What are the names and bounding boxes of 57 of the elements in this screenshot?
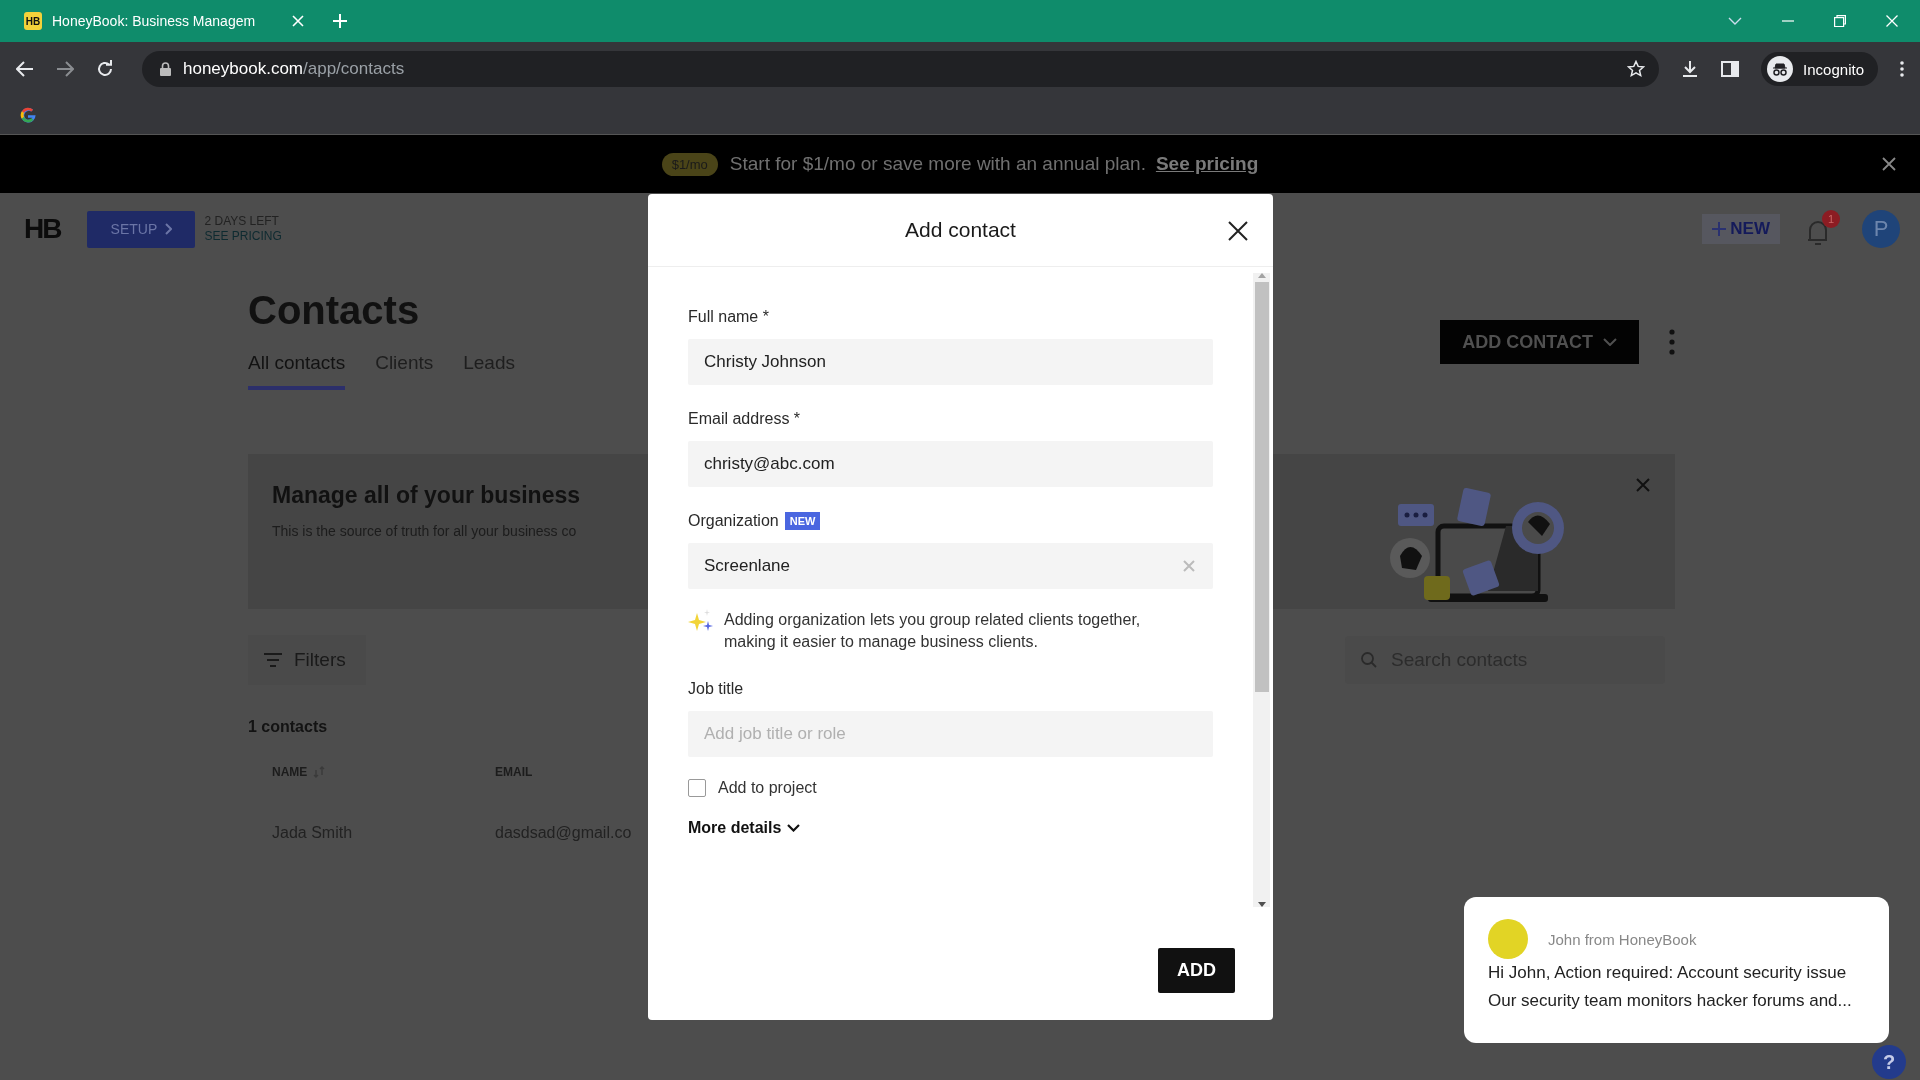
tab-title[interactable]: HoneyBook: Business Managem: [52, 13, 282, 29]
restore-icon[interactable]: [1834, 15, 1846, 27]
more-details-toggle[interactable]: More details: [688, 819, 801, 837]
input-field[interactable]: Add job title or role: [688, 711, 1213, 757]
see-pricing-link[interactable]: See pricing: [1155, 153, 1259, 175]
promo-text: Start for $1/mo or save more with an annual plan.: [729, 153, 1146, 175]
profile-button[interactable]: Incognito: [1761, 52, 1878, 86]
message-text[interactable]: Our security team monitors hacker forums and...: [1488, 987, 1865, 1015]
add-contact-button[interactable]: ADD CONTACT: [1440, 320, 1639, 364]
scrollbar[interactable]: [1253, 273, 1270, 907]
chevron-down-icon: [787, 824, 801, 832]
hint-text: Adding organization lets you group related clients together, making it easier to manage business clients.: [724, 610, 1142, 652]
checkbox-label[interactable]: Add to project: [718, 779, 817, 797]
message-text[interactable]: Hi John, Action required: Account security issue: [1488, 959, 1865, 987]
forward-icon[interactable]: [56, 61, 74, 77]
lock-icon: [160, 62, 171, 76]
contacts-count: 1 contacts: [248, 718, 328, 735]
new-badge: NEW: [784, 512, 821, 530]
modal-title: Add contact: [905, 218, 1016, 242]
field-label: Email address *: [688, 410, 801, 428]
search-icon: [1361, 652, 1377, 668]
close-button[interactable]: [1228, 221, 1248, 241]
checkbox[interactable]: [688, 779, 706, 797]
page-title: Contacts: [248, 287, 421, 333]
close-icon[interactable]: [1882, 157, 1896, 171]
notification-badge: 1: [1822, 210, 1840, 228]
avatar: [1488, 919, 1528, 959]
download-icon[interactable]: [1681, 60, 1700, 78]
star-icon[interactable]: [1627, 60, 1646, 78]
address-bar[interactable]: honeybook.com/app/contacts: [142, 51, 1660, 87]
back-icon[interactable]: [16, 61, 34, 77]
more-icon[interactable]: [1900, 61, 1904, 77]
sender-name: John from HoneyBook: [1548, 930, 1697, 948]
sidebar-icon[interactable]: [1721, 61, 1740, 77]
url-text[interactable]: honeybook.com/app/contacts: [183, 59, 1616, 79]
input-field[interactable]: Screenlane: [688, 543, 1213, 589]
incognito-icon: [1767, 56, 1794, 82]
field-label: Job title: [688, 680, 744, 698]
scroll-up-icon[interactable]: [1257, 273, 1266, 278]
avatar[interactable]: P: [1862, 210, 1900, 248]
close-icon: [1228, 221, 1248, 241]
favicon: HB: [24, 12, 42, 30]
plus-icon[interactable]: [332, 13, 348, 29]
g-logo-icon[interactable]: [18, 105, 38, 125]
chevron-down-icon[interactable]: [1728, 17, 1742, 25]
field-label: Organization: [688, 512, 779, 530]
add-button[interactable]: ADD: [1158, 948, 1235, 993]
input-field[interactable]: Christy Johnson: [688, 339, 1213, 385]
field-label: Full name *: [688, 308, 769, 326]
chevron-down-icon: [1603, 338, 1617, 346]
plus-icon: [1712, 222, 1727, 236]
setup-button[interactable]: SETUP: [87, 210, 196, 248]
filter-icon: [264, 653, 282, 667]
scroll-down-icon[interactable]: [1257, 902, 1266, 907]
reload-icon[interactable]: [96, 60, 114, 78]
chevron-right-icon: [165, 223, 173, 235]
input-field[interactable]: christy@abc.com: [688, 441, 1213, 487]
